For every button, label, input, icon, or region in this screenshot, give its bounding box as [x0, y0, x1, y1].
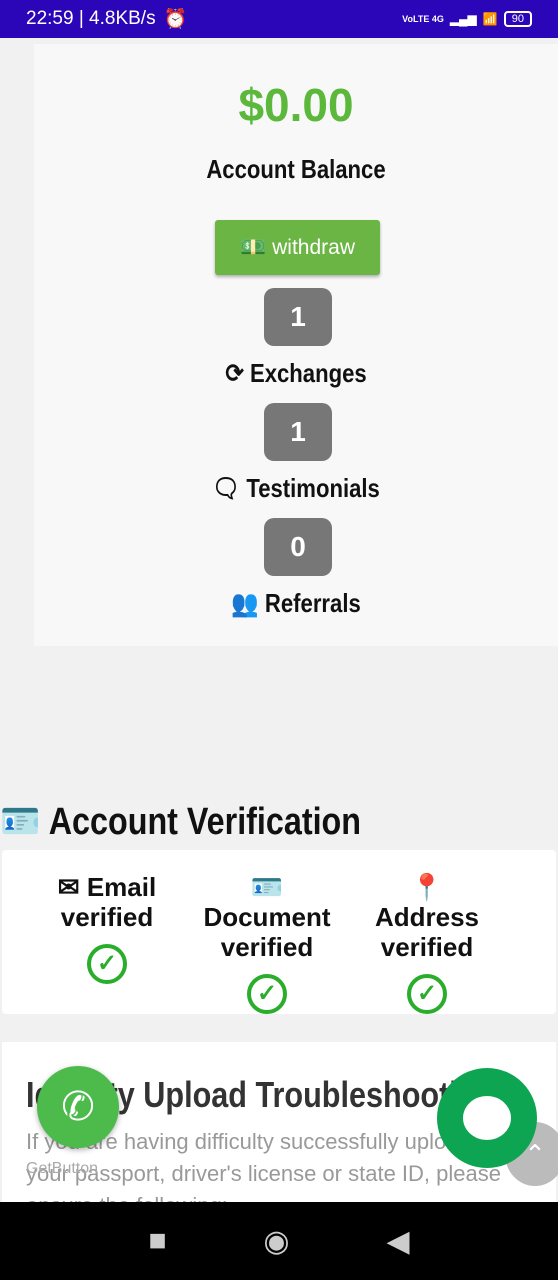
whatsapp-icon: ✆	[61, 1085, 95, 1129]
chat-button[interactable]	[437, 1068, 537, 1168]
comments-icon: 🗨	[212, 473, 247, 503]
nav-bar: ■ ◉ ◀	[0, 1202, 558, 1280]
verification-document: 🪪 Document verified ✓	[184, 872, 350, 1014]
getbutton-label: GetButton	[26, 1160, 99, 1177]
balance-card: $0.00 Account Balance 💵 withdraw 1 ⟳ Exch…	[34, 44, 558, 646]
money-icon: 💵	[239, 235, 267, 259]
whatsapp-button[interactable]: ✆	[37, 1066, 119, 1148]
home-button[interactable]: ◉	[263, 1224, 289, 1259]
id-card-icon: 🪪	[0, 801, 41, 843]
verification-title: 🪪 Account Verification	[0, 800, 362, 844]
users-icon: 👥	[231, 588, 265, 618]
exchanges-label: ⟳ Exchanges	[225, 358, 367, 388]
status-time: 22:59 | 4.8KB/s	[26, 8, 156, 29]
testimonials-label: 🗨 Testimonials	[212, 473, 380, 503]
back-button[interactable]: ◀	[386, 1224, 409, 1259]
verification-address: 📍Address verified ✓	[362, 872, 492, 1014]
balance-amount: $0.00	[238, 79, 354, 131]
referrals-count: 0	[264, 518, 332, 576]
wifi-icon: 📶	[482, 12, 498, 26]
check-icon: ✓	[247, 974, 287, 1014]
balance-label: Account Balance	[206, 154, 386, 184]
recents-button[interactable]: ■	[148, 1224, 166, 1258]
verification-email: ✉ Email verified ✓	[42, 872, 172, 984]
map-marker-icon: 📍	[410, 872, 444, 902]
id-card-icon: 🪪	[250, 872, 284, 902]
status-bar: 22:59 | 4.8KB/s ⏰ VoLTE 4G ▂▄▆ 📶 90	[0, 0, 558, 38]
envelope-icon: ✉	[57, 872, 80, 902]
verification-card: ✉ Email verified ✓ 🪪 Document verified ✓ 📍Ad…	[2, 850, 556, 1014]
exchanges-count: 1	[264, 288, 332, 346]
withdraw-label: withdraw	[272, 235, 356, 259]
battery: 90	[503, 11, 532, 27]
alarm-icon: ⏰	[163, 9, 188, 30]
referrals-label: 👥 Referrals	[231, 588, 361, 618]
testimonials-count: 1	[264, 403, 332, 461]
check-icon: ✓	[87, 944, 127, 984]
withdraw-button[interactable]: 💵 withdraw	[215, 220, 380, 275]
sync-icon: ⟳	[225, 358, 250, 388]
network-type-label: VoLTE 4G	[402, 14, 444, 24]
check-icon: ✓	[407, 974, 447, 1014]
chat-icon	[463, 1096, 511, 1140]
signal-icon: ▂▄▆	[449, 12, 477, 26]
